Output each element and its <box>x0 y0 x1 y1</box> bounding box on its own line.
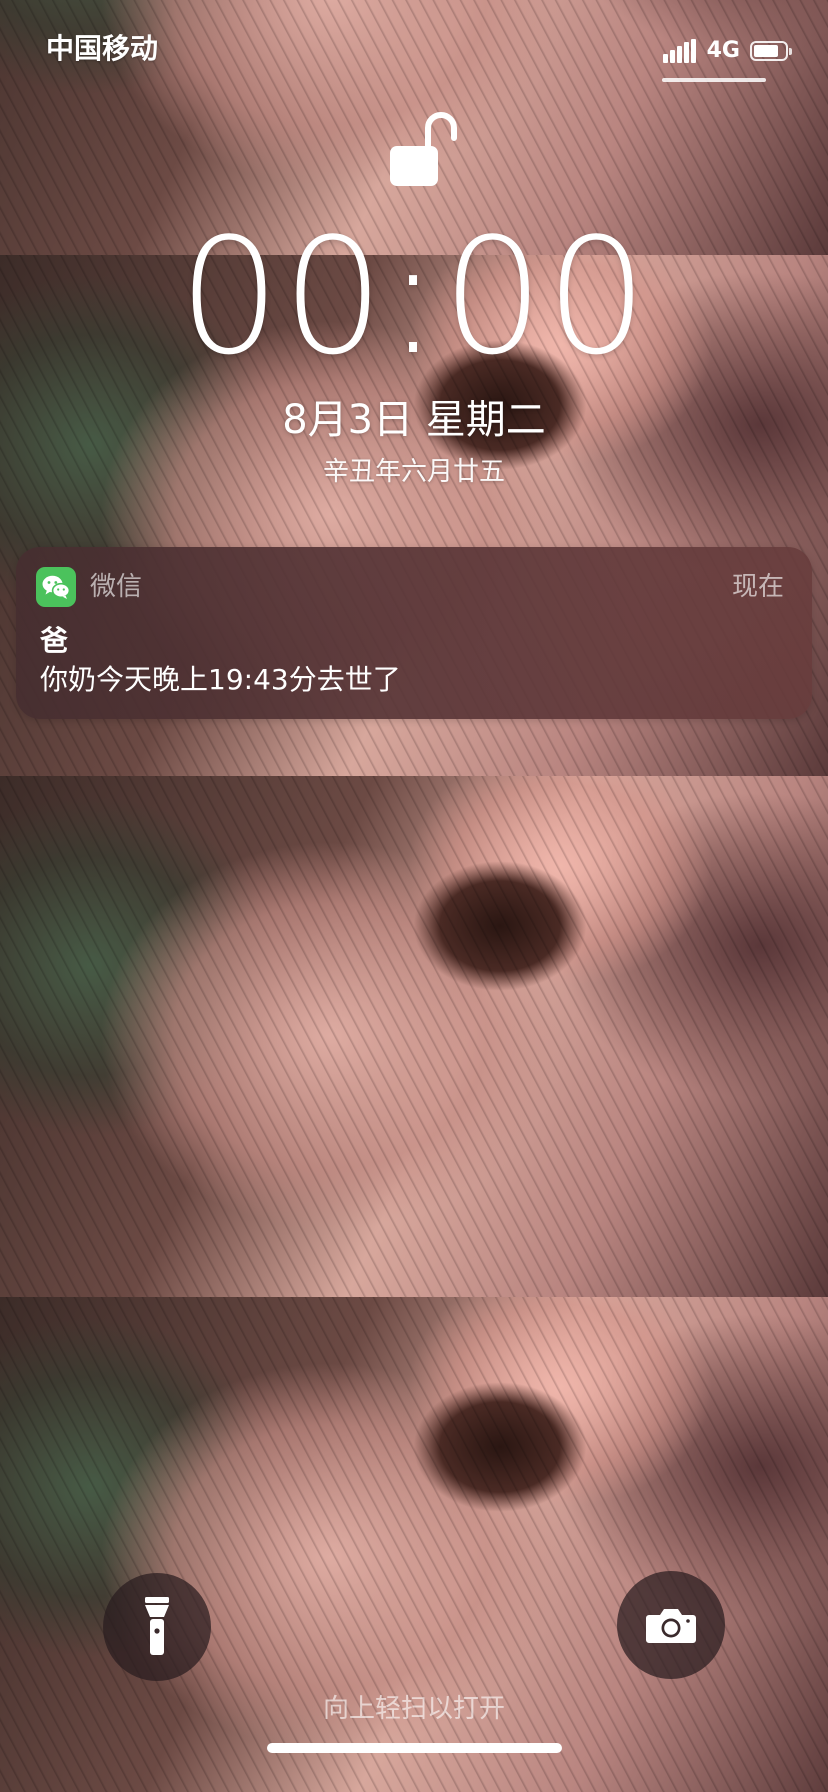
swipe-up-hint: 向上轻扫以打开 <box>322 1694 505 1724</box>
wechat-icon <box>36 567 76 607</box>
flashlight-button[interactable] <box>103 1573 211 1681</box>
wallpaper-strip <box>0 776 828 1297</box>
lock-screen-date: 8月3日 星期二 <box>282 397 546 443</box>
wechat-notification[interactable]: 微信 现在 爸 你奶今天晚上19:43分去世了 <box>16 547 812 719</box>
status-indicators: 4G <box>662 36 792 66</box>
notification-sender: 爸 <box>40 624 69 657</box>
network-type-label: 4G <box>706 38 740 63</box>
home-indicator[interactable] <box>267 1743 562 1753</box>
signal-strength-icon <box>662 39 698 63</box>
control-center-indicator[interactable] <box>662 78 766 82</box>
unlocked-padlock-icon <box>390 108 460 188</box>
flashlight-icon <box>145 1597 169 1655</box>
notification-message: 你奶今天晚上19:43分去世了 <box>40 663 401 696</box>
camera-icon <box>646 1609 696 1643</box>
lunar-date: 辛丑年六月廿五 <box>322 457 505 487</box>
battery-icon <box>750 41 792 61</box>
lock-screen-clock: 00:00 <box>178 203 650 390</box>
notification-time: 现在 <box>731 572 784 602</box>
carrier-name: 中国移动 <box>46 32 159 65</box>
status-bar: 中国移动 4G <box>0 0 828 100</box>
camera-button[interactable] <box>617 1571 725 1679</box>
battery-fill <box>754 45 778 57</box>
notification-app-name: 微信 <box>90 572 143 602</box>
